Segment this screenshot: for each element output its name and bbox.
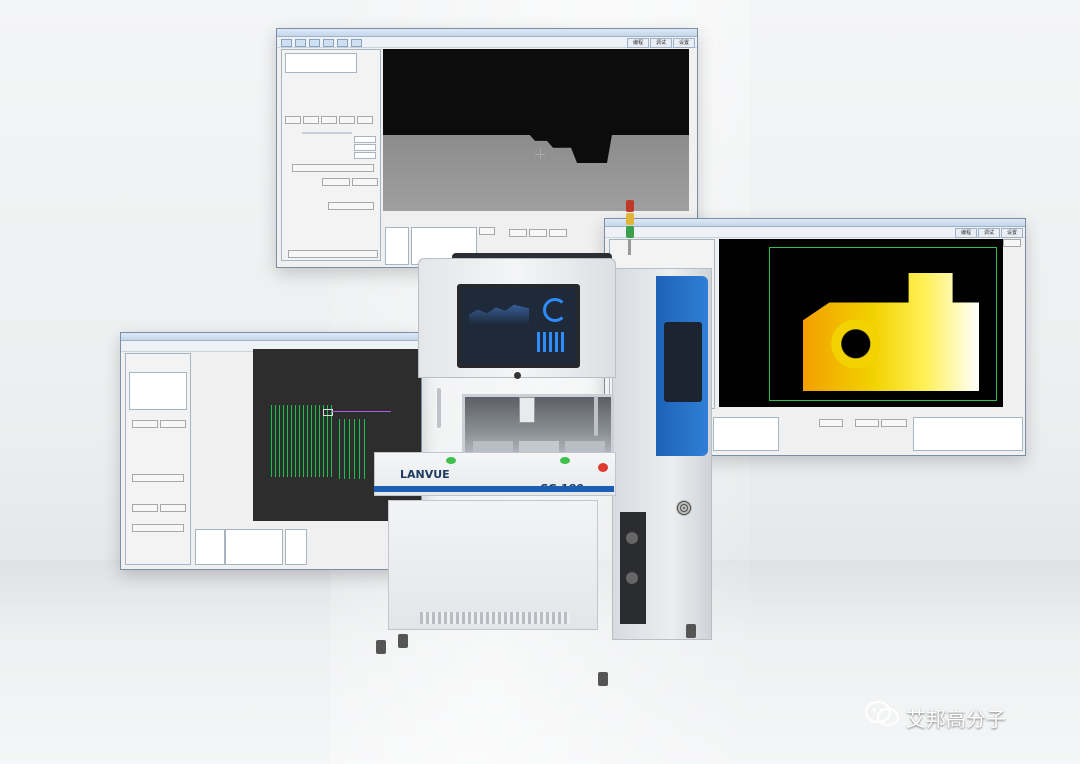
crosshair-h xyxy=(535,154,545,155)
toolbar-run-icon[interactable] xyxy=(337,39,348,47)
action-button-r2[interactable] xyxy=(855,419,879,427)
trace-path xyxy=(331,411,391,412)
window-titlebar xyxy=(277,29,697,37)
workpiece-edge xyxy=(383,135,689,211)
run-all-button[interactable] xyxy=(288,250,378,258)
cabinet-vent xyxy=(420,612,570,624)
gantry-head xyxy=(519,397,535,423)
left-btn-4[interactable] xyxy=(132,504,158,512)
side-fan-icon xyxy=(676,500,692,516)
door-handle-right[interactable] xyxy=(594,396,598,436)
param-field-3[interactable] xyxy=(354,152,376,159)
prog-button-3[interactable] xyxy=(549,229,567,237)
cabinet-door[interactable] xyxy=(388,500,598,630)
wechat-icon xyxy=(864,700,900,728)
window-titlebar-right xyxy=(605,219,1025,227)
log-panel-right[interactable] xyxy=(913,417,1023,451)
hmi-screen[interactable] xyxy=(457,284,580,368)
option-button-b[interactable] xyxy=(352,178,378,186)
param-field-2[interactable] xyxy=(354,144,376,151)
control-panel-left xyxy=(125,353,191,565)
speed-slider[interactable] xyxy=(302,132,352,134)
bottom-list-left-3[interactable] xyxy=(285,529,307,565)
zoom-button[interactable] xyxy=(1003,239,1021,247)
connector-icon xyxy=(626,532,638,544)
brand-logo: LANVUE xyxy=(400,468,450,481)
preview-button[interactable] xyxy=(285,116,301,124)
tab-settings[interactable]: 设置 xyxy=(672,38,695,48)
tab-debug-right[interactable]: 调试 xyxy=(977,228,1000,238)
delete-button[interactable] xyxy=(357,116,373,124)
left-btn-5[interactable] xyxy=(160,504,186,512)
side-button[interactable] xyxy=(479,227,495,235)
hmi-chart xyxy=(469,304,529,324)
heightmap-view[interactable] xyxy=(719,239,1003,407)
side-io-panel xyxy=(620,512,646,624)
option-button-a[interactable] xyxy=(322,178,350,186)
start-button-right[interactable] xyxy=(560,457,570,464)
action-button-r3[interactable] xyxy=(881,419,907,427)
toolbar-camera-icon[interactable] xyxy=(309,39,320,47)
caster-br xyxy=(686,624,696,638)
step-list[interactable] xyxy=(129,372,187,410)
tab-program[interactable]: 编程 xyxy=(626,38,649,48)
split-view-button[interactable] xyxy=(328,202,374,210)
toolbar-settings-icon[interactable] xyxy=(323,39,334,47)
mode-tabs: 编程 调试 设置 xyxy=(626,38,695,48)
param-field-1[interactable] xyxy=(354,136,376,143)
left-btn-3[interactable] xyxy=(132,474,184,482)
control-panel xyxy=(281,49,381,261)
trace-lines-2 xyxy=(339,419,369,479)
align-button[interactable] xyxy=(321,116,337,124)
apply-params-button[interactable] xyxy=(292,164,374,172)
window-toolbar: 编程 调试 设置 xyxy=(277,37,697,48)
prog-button-1[interactable] xyxy=(509,229,527,237)
door-handle-left[interactable] xyxy=(437,388,441,428)
emergency-stop-icon[interactable] xyxy=(514,372,521,379)
watermark-text: 艾邦高分子 xyxy=(906,707,1006,731)
machine-blue-stripe xyxy=(374,486,614,492)
left-btn-6[interactable] xyxy=(132,524,184,532)
program-list[interactable] xyxy=(285,53,357,73)
hmi-bars xyxy=(537,332,565,352)
side-window xyxy=(664,322,702,402)
new-button[interactable] xyxy=(339,116,355,124)
start-button-left[interactable] xyxy=(446,457,456,464)
hmi-gauge-icon xyxy=(543,298,567,322)
caster-fr xyxy=(598,672,608,686)
left-btn-1[interactable] xyxy=(132,420,158,428)
left-btn-2[interactable] xyxy=(160,420,186,428)
tab-settings-right[interactable]: 设置 xyxy=(1000,228,1023,238)
bottom-list-left-2[interactable] xyxy=(225,529,283,565)
caster-fl xyxy=(376,640,386,654)
signal-tower-icon xyxy=(626,200,634,256)
result-list-right[interactable] xyxy=(713,417,779,451)
action-button-r1[interactable] xyxy=(819,419,843,427)
tab-debug[interactable]: 调试 xyxy=(649,38,672,48)
tab-program-right[interactable]: 编程 xyxy=(954,228,977,238)
stop-button[interactable] xyxy=(598,463,608,472)
camera-view[interactable] xyxy=(383,49,689,211)
window-toolbar-right: 编程 调试 设置 xyxy=(605,227,1025,238)
window-titlebar-left xyxy=(121,333,421,341)
caster-fm xyxy=(398,634,408,648)
bottom-list-left-1[interactable] xyxy=(195,529,225,565)
toolbar-stop-icon[interactable] xyxy=(351,39,362,47)
trace-software-window xyxy=(120,332,422,570)
toolbar-open-icon[interactable] xyxy=(281,39,292,47)
mode-tabs-right: 编程 调试 设置 xyxy=(954,228,1023,238)
point-list[interactable] xyxy=(385,227,409,265)
move-button[interactable] xyxy=(303,116,319,124)
prog-button-2[interactable] xyxy=(529,229,547,237)
toolbar-save-icon[interactable] xyxy=(295,39,306,47)
connector-icon-2 xyxy=(626,572,638,584)
